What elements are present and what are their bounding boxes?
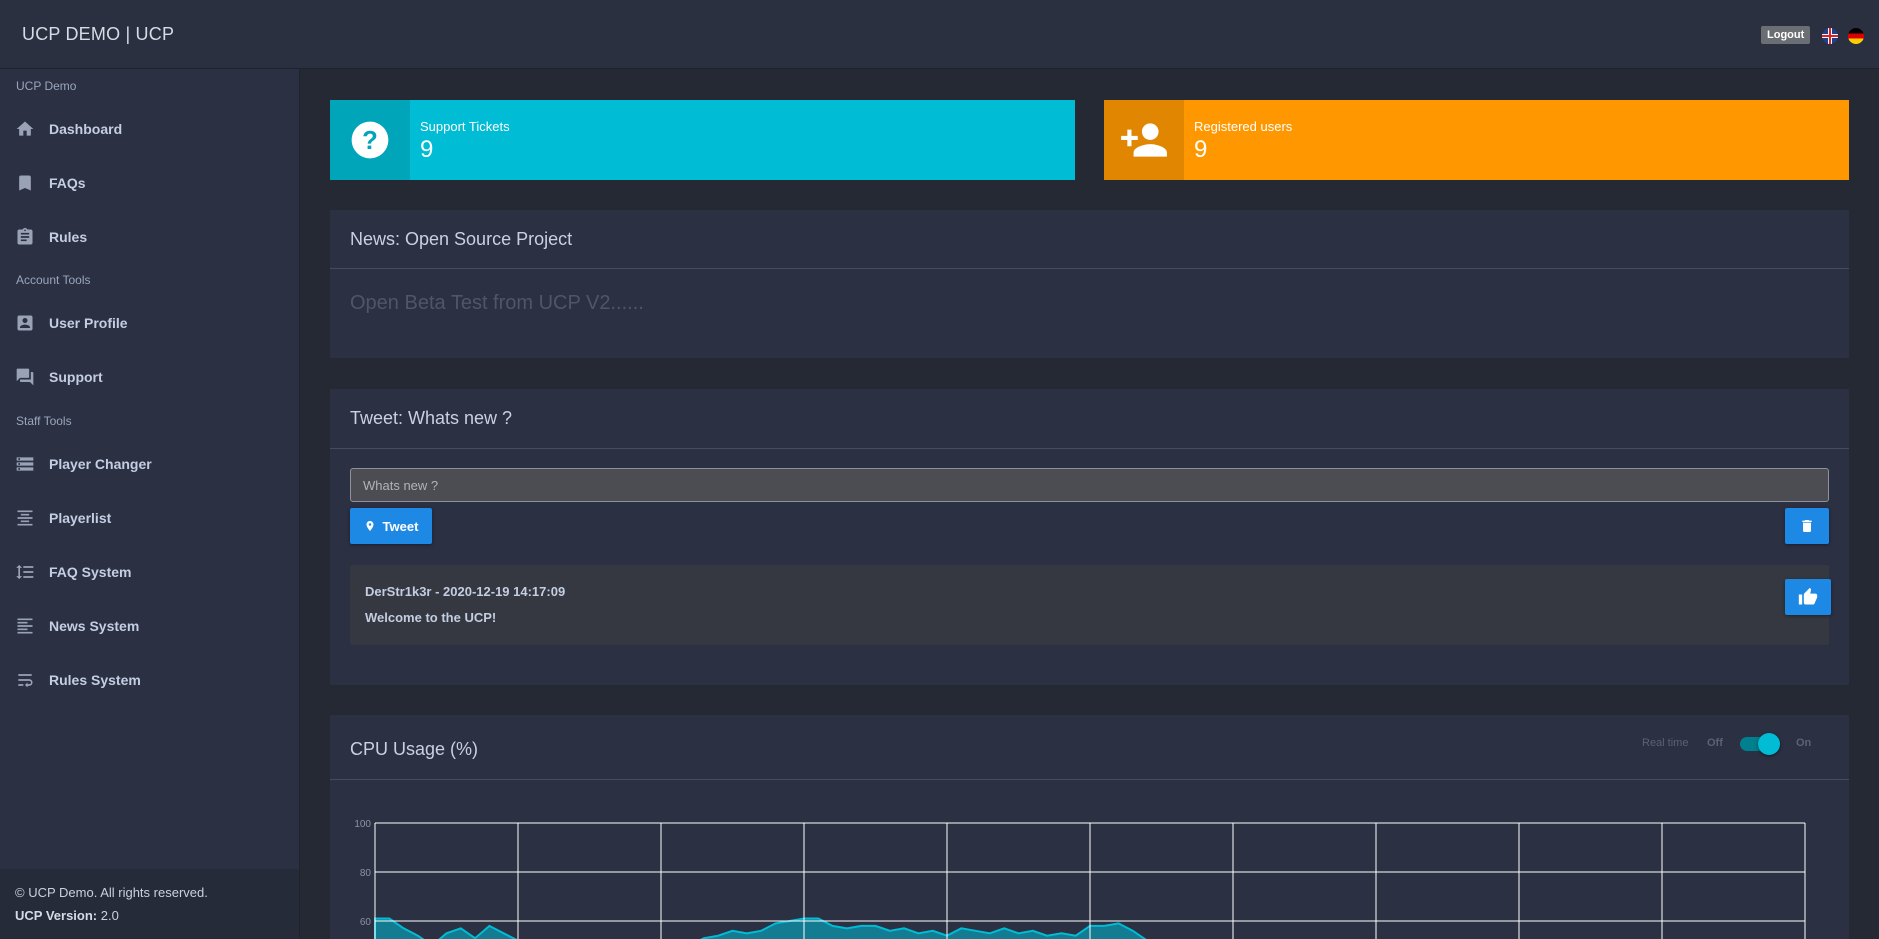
german-flag-icon[interactable] [1848,28,1864,44]
divider [330,268,1849,269]
line-spacing-icon [14,561,36,583]
sidebar-item-label: Rules [49,229,88,245]
tweet-button[interactable]: Tweet [350,508,432,544]
sidebar-item-dashboard[interactable]: Dashboard [0,109,299,149]
align-left-icon [14,615,36,637]
sidebar-section-ucp-demo: UCP Demo [16,79,77,93]
sidebar-item-label: Rules System [49,672,141,688]
infobox-value: 9 [1194,136,1208,163]
thumb-up-icon [1798,587,1818,605]
wrap-text-icon [14,669,36,691]
news-body: Open Beta Test from UCP V2...... [350,292,644,314]
tweet-message: Welcome to the UCP! [365,610,497,625]
location-pin-icon [366,521,374,531]
sidebar-item-label: FAQs [49,175,86,191]
sidebar-item-faqs[interactable]: FAQs [0,163,299,203]
tweet-input[interactable] [350,468,1829,502]
sidebar-item-label: User Profile [49,315,128,331]
sidebar-item-label: Player Changer [49,456,152,472]
home-icon [14,118,36,140]
forum-icon [14,366,36,388]
tweet-card-title: Tweet: Whats new ? [350,408,513,428]
sidebar-item-support[interactable]: Support [0,357,299,397]
realtime-toggle[interactable] [1740,733,1780,755]
news-title: News: Open Source Project [350,229,573,249]
sidebar-item-label: Playerlist [49,510,112,526]
chart-y-tick-label: 80 [360,868,372,879]
sidebar-item-news-system[interactable]: News System [0,606,299,646]
sidebar-item-rules[interactable]: Rules [0,217,299,257]
registered-users-infobox: Registered users 9 [1104,100,1849,180]
sidebar-item-label: News System [49,618,140,634]
cpu-card-title: CPU Usage (%) [350,739,479,759]
english-flag-icon[interactable] [1822,28,1838,44]
infobox-value: 9 [420,136,434,163]
trash-icon [1802,520,1812,532]
bookmark-icon [14,172,36,194]
realtime-label: Real time [1642,737,1689,749]
clipboard-icon [14,226,36,248]
sidebar-item-user-profile[interactable]: User Profile [0,303,299,343]
like-button[interactable] [1785,579,1831,615]
realtime-off-label: Off [1707,737,1723,749]
sidebar-section-staff-tools: Staff Tools [16,414,72,428]
sidebar-item-player-changer[interactable]: Player Changer [0,444,299,484]
sidebar: UCP Demo Dashboard FAQs Rules Account To… [0,69,300,939]
version-info: UCP Version: 2.0 [15,908,299,923]
sidebar-footer: © UCP Demo. All rights reserved. UCP Ver… [0,869,299,939]
infobox-title: Registered users [1194,119,1293,134]
support-tickets-infobox: ? Support Tickets 9 [330,100,1075,180]
tweet-post: DerStr1k3r - 2020-12-19 14:17:09 Welcome… [350,565,1831,645]
sidebar-item-label: FAQ System [49,564,132,580]
version-label: UCP Version: [15,908,98,923]
tweet-button-label: Tweet [382,518,419,534]
copyright-text: © UCP Demo. All rights reserved. [15,885,208,900]
storage-icon [14,453,36,475]
sidebar-item-rules-system[interactable]: Rules System [0,660,299,700]
logout-button[interactable]: Logout [1761,26,1811,44]
sidebar-item-faq-system[interactable]: FAQ System [0,552,299,592]
person-add-icon [1104,100,1184,180]
sidebar-item-label: Support [49,369,103,385]
help-icon: ? [330,100,410,180]
sidebar-item-playerlist[interactable]: Playerlist [0,498,299,538]
svg-text:?: ? [362,127,378,155]
divider [330,448,1849,449]
sidebar-item-label: Dashboard [49,121,123,137]
cpu-usage-card: CPU Usage (%) Real time Off On 100 80 60 [330,715,1849,939]
toggle-knob [1758,733,1780,755]
chart-y-tick-label: 60 [360,917,372,928]
account-box-icon [14,312,36,334]
sidebar-section-account-tools: Account Tools [16,273,91,287]
brand-title[interactable]: UCP DEMO | UCP [22,24,174,45]
version-value: 2.0 [100,908,119,923]
tweet-card: Tweet: Whats new ? Tweet DerStr1k3r - 20… [330,389,1849,685]
news-card: News: Open Source Project Open Beta Test… [330,210,1849,358]
tweet-meta: DerStr1k3r - 2020-12-19 14:17:09 [365,584,566,599]
top-bar: UCP DEMO | UCP Logout [0,0,1879,69]
divider [330,779,1849,780]
cpu-usage-chart: 100 80 60 [354,819,1806,939]
align-center-icon [14,507,36,529]
chart-y-tick-label: 100 [354,819,371,830]
realtime-on-label: On [1796,737,1812,749]
infobox-title: Support Tickets [420,119,510,134]
delete-button[interactable] [1785,508,1829,544]
